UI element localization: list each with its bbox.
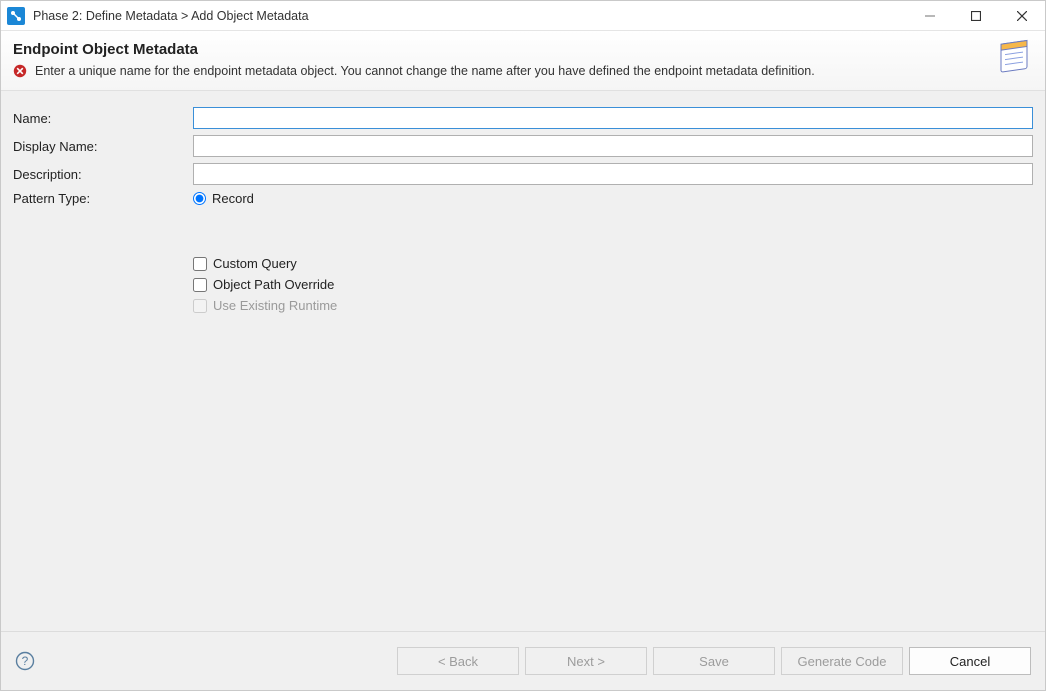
save-button: Save [653, 647, 775, 675]
wizard-header: Endpoint Object Metadata Enter a unique … [1, 31, 1045, 91]
use-existing-runtime-label: Use Existing Runtime [213, 298, 337, 313]
pattern-type-radio-group: Record [193, 191, 254, 206]
object-path-override-checkbox[interactable] [193, 278, 207, 292]
description-label: Description: [13, 167, 193, 182]
cancel-button[interactable]: Cancel [909, 647, 1031, 675]
error-icon [13, 64, 27, 78]
display-name-row: Display Name: [13, 135, 1033, 157]
object-path-override-label: Object Path Override [213, 277, 334, 292]
titlebar: Phase 2: Define Metadata > Add Object Me… [1, 1, 1045, 31]
maximize-button[interactable] [953, 1, 999, 30]
custom-query-checkbox[interactable] [193, 257, 207, 271]
back-button: < Back [397, 647, 519, 675]
display-name-input[interactable] [193, 135, 1033, 157]
pattern-type-record-radio[interactable] [193, 192, 206, 205]
description-row: Description: [13, 163, 1033, 185]
object-path-override-row[interactable]: Object Path Override [193, 277, 1033, 292]
next-button: Next > [525, 647, 647, 675]
app-icon [7, 7, 25, 25]
validation-text: Enter a unique name for the endpoint met… [35, 64, 815, 78]
page-title: Endpoint Object Metadata [13, 41, 1029, 58]
pattern-type-row: Pattern Type: Record [13, 191, 1033, 206]
custom-query-row[interactable]: Custom Query [193, 256, 1033, 271]
display-name-label: Display Name: [13, 139, 193, 154]
options-group: Custom Query Object Path Override Use Ex… [193, 256, 1033, 313]
name-input[interactable] [193, 107, 1033, 129]
svg-text:?: ? [22, 654, 29, 668]
use-existing-runtime-checkbox [193, 299, 207, 313]
name-label: Name: [13, 111, 193, 126]
validation-message: Enter a unique name for the endpoint met… [13, 64, 1029, 78]
minimize-button[interactable] [907, 1, 953, 30]
window-title: Phase 2: Define Metadata > Add Object Me… [33, 9, 907, 23]
pattern-type-label: Pattern Type: [13, 191, 193, 206]
form-body: Name: Display Name: Description: Pattern… [1, 91, 1045, 631]
help-icon[interactable]: ? [15, 651, 35, 671]
close-button[interactable] [999, 1, 1045, 30]
use-existing-runtime-row: Use Existing Runtime [193, 298, 1033, 313]
generate-code-button: Generate Code [781, 647, 903, 675]
description-input[interactable] [193, 163, 1033, 185]
wizard-window: Phase 2: Define Metadata > Add Object Me… [0, 0, 1046, 691]
window-controls [907, 1, 1045, 30]
custom-query-label: Custom Query [213, 256, 297, 271]
pattern-type-record-label: Record [212, 191, 254, 206]
name-row: Name: [13, 107, 1033, 129]
footer: ? < Back Next > Save Generate Code Cance… [1, 632, 1045, 690]
wizard-banner-icon [995, 37, 1035, 77]
